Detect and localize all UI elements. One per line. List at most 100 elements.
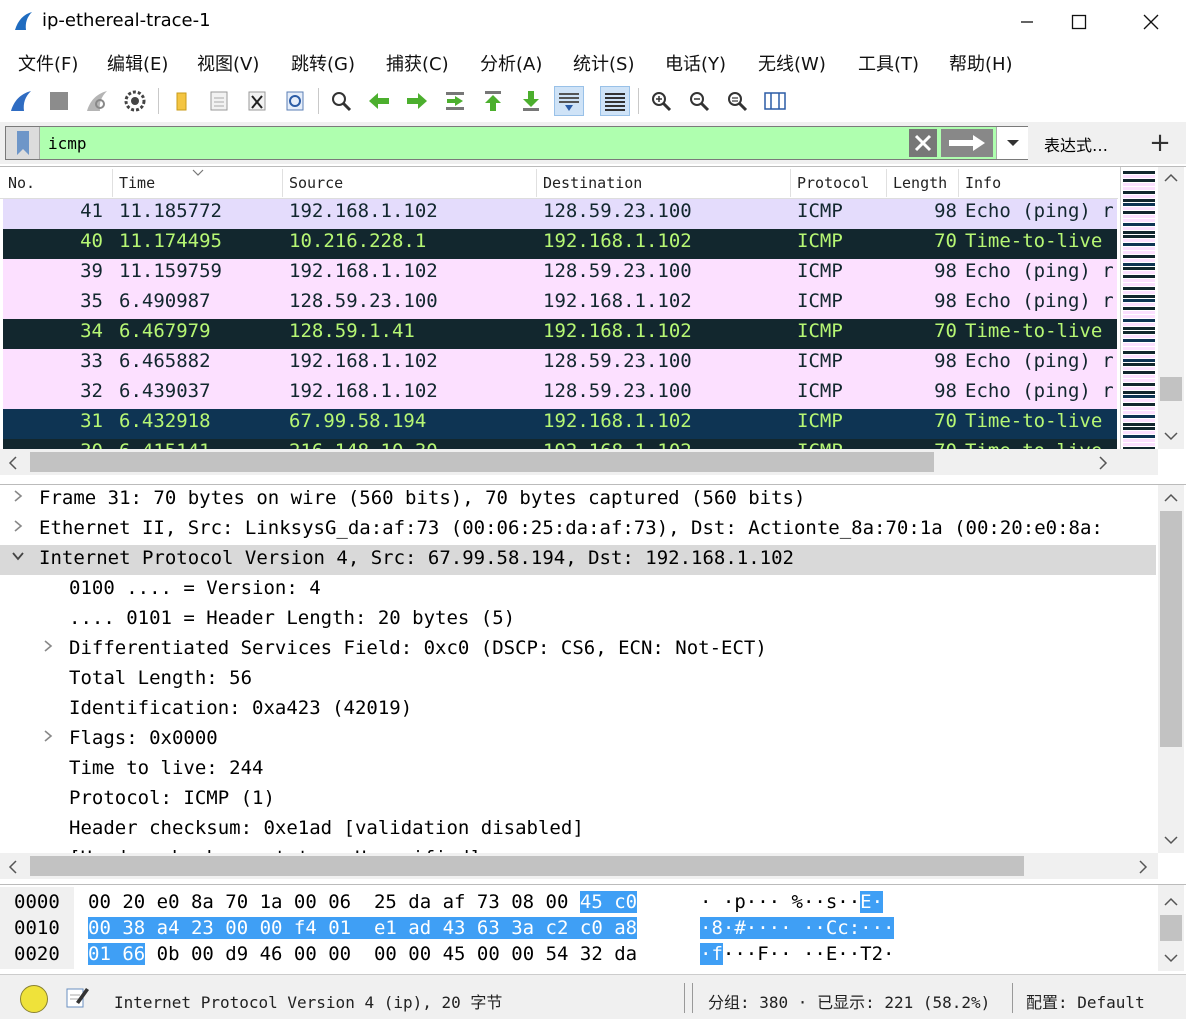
reload-file-button[interactable] — [280, 86, 310, 116]
menu-analyze[interactable]: 分析(A) — [480, 50, 542, 76]
menu-edit[interactable]: 编辑(E) — [107, 50, 168, 76]
save-file-button[interactable] — [204, 86, 234, 116]
menu-tools[interactable]: 工具(T) — [858, 50, 919, 76]
packet-minimap[interactable] — [1120, 167, 1156, 450]
find-packet-button[interactable] — [326, 86, 356, 116]
capture-comment-icon[interactable] — [64, 984, 90, 1010]
ascii-bytes-row[interactable]: ·f···F·· ··E··T2· — [700, 943, 894, 969]
hex-bytes-row[interactable]: 01 66 0b 00 d9 46 00 00 00 00 45 00 00 5… — [88, 943, 637, 969]
column-header-info[interactable]: Info — [965, 174, 1001, 192]
detail-tree-item[interactable]: Protocol: ICMP (1) — [0, 785, 1156, 815]
detail-tree-item[interactable]: 0100 .... = Version: 4 — [0, 575, 1156, 605]
column-header-time[interactable]: Time — [119, 174, 155, 192]
normal-size-button[interactable] — [722, 86, 752, 116]
tree-expand-icon[interactable] — [8, 517, 28, 538]
packet-list-vertical-scrollbar[interactable] — [1158, 167, 1184, 449]
packet-row[interactable]: 35 6.490987 128.59.23.100 192.168.1.102 ICMP… — [3, 289, 1117, 319]
expression-button[interactable]: 表达式… — [1044, 132, 1108, 156]
apply-filter-button[interactable] — [941, 129, 993, 157]
detail-tree-item[interactable]: [Header checksum status: Unverified] — [0, 845, 1156, 853]
menu-view[interactable]: 视图(V) — [197, 50, 259, 76]
ascii-bytes-row[interactable]: · ·p··· %··s··E· — [700, 891, 884, 917]
first-packet-button[interactable] — [478, 86, 508, 116]
details-scroll-thumb[interactable] — [1160, 511, 1182, 747]
zoom-in-button[interactable] — [646, 86, 676, 116]
zoom-out-button[interactable] — [684, 86, 714, 116]
clear-filter-button[interactable] — [909, 129, 937, 157]
detail-tree-item[interactable]: Flags: 0x0000 — [0, 725, 1156, 755]
bytes-vertical-scrollbar[interactable] — [1158, 885, 1184, 971]
detail-tree-item[interactable]: Total Length: 56 — [0, 665, 1156, 695]
detail-tree-item[interactable]: Ethernet II, Src: LinksysG_da:af:73 (00:… — [0, 515, 1156, 545]
close-file-button[interactable] — [242, 86, 272, 116]
packet-row[interactable]: 30 6.415141 216.148.10.30 192.168.1.102 ICMP… — [3, 439, 1117, 449]
menu-wireless[interactable]: 无线(W) — [758, 50, 826, 76]
column-header-no[interactable]: No. — [8, 174, 35, 192]
column-header-source[interactable]: Source — [289, 174, 343, 192]
minimize-button[interactable] — [1004, 0, 1050, 44]
detail-tree-item[interactable]: Time to live: 244 — [0, 755, 1156, 785]
tree-expand-icon[interactable] — [38, 637, 58, 658]
display-filter-input[interactable] — [46, 127, 906, 159]
start-capture-button[interactable] — [6, 86, 36, 116]
menu-go[interactable]: 跳转(G) — [291, 50, 355, 76]
add-filter-button[interactable]: + — [1140, 126, 1180, 160]
bytes-scroll-thumb[interactable] — [1160, 915, 1182, 941]
packet-row[interactable]: 39 11.159759 192.168.1.102 128.59.23.100 ICM… — [3, 259, 1117, 289]
tree-collapse-icon[interactable] — [8, 547, 28, 568]
packet-row[interactable]: 32 6.439037 192.168.1.102 128.59.23.100 ICMP… — [3, 379, 1117, 409]
menu-file[interactable]: 文件(F) — [18, 50, 78, 76]
detail-tree-item[interactable]: Differentiated Services Field: 0xc0 (DSC… — [0, 635, 1156, 665]
detail-tree-item[interactable]: .... 0101 = Header Length: 20 bytes (5) — [0, 605, 1156, 635]
packet-row[interactable]: 34 6.467979 128.59.1.41 192.168.1.102 ICMP 70… — [3, 319, 1117, 349]
hex-bytes-row[interactable]: 00 20 e0 8a 70 1a 00 06 25 da af 73 08 0… — [88, 891, 638, 917]
go-to-packet-button[interactable] — [440, 86, 470, 116]
detail-tree-item[interactable]: Identification: 0xa423 (42019) — [0, 695, 1156, 725]
packet-list-hscroll-thumb[interactable] — [30, 452, 934, 472]
open-file-button[interactable] — [166, 86, 196, 116]
filter-bookmark-button[interactable] — [6, 127, 40, 159]
go-forward-button[interactable] — [402, 86, 432, 116]
menu-statistics[interactable]: 统计(S) — [573, 50, 634, 76]
ascii-bytes-row[interactable]: ·8·#···· ··Cc:··· — [700, 917, 895, 943]
packet-row[interactable]: 41 11.185772 192.168.1.102 128.59.23.100 ICM… — [3, 199, 1117, 229]
details-horizontal-scrollbar[interactable] — [0, 853, 1158, 879]
stop-capture-button[interactable] — [44, 86, 74, 116]
close-button[interactable] — [1128, 0, 1174, 44]
packet-row[interactable]: 40 11.174495 10.216.228.1 192.168.1.102 ICMP… — [3, 229, 1117, 259]
menu-capture[interactable]: 捕获(C) — [386, 50, 449, 76]
packet-row[interactable]: 33 6.465882 192.168.1.102 128.59.23.100 ICMP… — [3, 349, 1117, 379]
packet-list-horizontal-scrollbar[interactable] — [0, 449, 1158, 475]
status-separator[interactable] — [684, 983, 685, 1013]
autoscroll-button[interactable] — [554, 86, 584, 116]
colorize-button[interactable] — [600, 86, 630, 116]
detail-tree-item[interactable]: Frame 31: 70 bytes on wire (560 bits), 7… — [0, 485, 1156, 515]
details-hscroll-thumb[interactable] — [30, 856, 1024, 876]
status-separator[interactable] — [1012, 983, 1013, 1013]
packet-list-scroll-thumb[interactable] — [1160, 377, 1182, 401]
resize-columns-button[interactable] — [760, 86, 790, 116]
recent-filters-dropdown[interactable] — [996, 127, 1028, 159]
jump-to-icon — [446, 92, 464, 110]
column-header-length[interactable]: Length — [893, 174, 947, 192]
status-separator[interactable] — [692, 983, 693, 1013]
status-profile[interactable]: 配置: Default — [1026, 989, 1145, 1013]
menu-help[interactable]: 帮助(H) — [949, 50, 1013, 76]
capture-options-button[interactable] — [120, 86, 150, 116]
packet-row[interactable]: 31 6.432918 67.99.58.194 192.168.1.102 ICMP 7… — [3, 409, 1117, 439]
minimap-stripe — [1123, 307, 1155, 310]
column-header-protocol[interactable]: Protocol — [797, 174, 869, 192]
go-back-button[interactable] — [364, 86, 394, 116]
tree-expand-icon[interactable] — [8, 487, 28, 508]
last-packet-button[interactable] — [516, 86, 546, 116]
tree-expand-icon[interactable] — [38, 727, 58, 748]
detail-tree-item[interactable]: Internet Protocol Version 4, Src: 67.99.… — [0, 545, 1156, 575]
detail-tree-item[interactable]: Header checksum: 0xe1ad [validation disa… — [0, 815, 1156, 845]
expert-info-status-icon[interactable] — [20, 985, 48, 1013]
details-vertical-scrollbar[interactable] — [1158, 485, 1184, 853]
hex-bytes-row[interactable]: 00 38 a4 23 00 00 f4 01 e1 ad 43 63 3a c… — [88, 917, 638, 943]
restart-capture-button[interactable] — [82, 86, 112, 116]
column-header-destination[interactable]: Destination — [543, 174, 642, 192]
maximize-button[interactable] — [1056, 0, 1102, 44]
menu-telephony[interactable]: 电话(Y) — [665, 50, 726, 76]
